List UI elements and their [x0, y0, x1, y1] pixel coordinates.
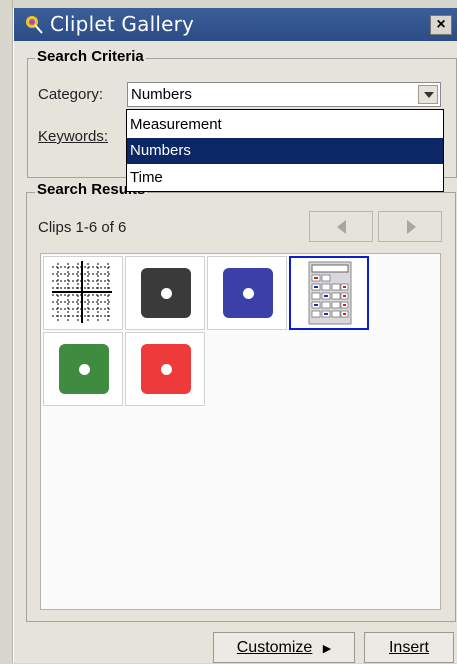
close-button[interactable]: × — [430, 15, 452, 35]
results-panel — [40, 253, 441, 610]
option-numbers[interactable]: Numbers — [127, 138, 443, 164]
right-arrow-icon — [407, 220, 416, 234]
cliplet-tile-grid-chart[interactable] — [43, 256, 123, 330]
insert-button-label: Insert — [388, 639, 429, 656]
previous-page-button[interactable] — [309, 211, 373, 242]
calculator-icon — [308, 261, 352, 325]
cliplet-tile-calculator[interactable] — [289, 256, 369, 330]
category-value: Numbers — [131, 86, 192, 103]
option-measurement[interactable]: Measurement — [127, 112, 443, 138]
green-die-icon — [59, 344, 109, 394]
left-edge-line — [12, 0, 13, 663]
search-criteria-label: Search Criteria — [35, 48, 146, 65]
category-dropdown-list[interactable]: Measurement Numbers Time — [126, 109, 444, 192]
next-page-button[interactable] — [378, 211, 442, 242]
cliplet-tile-black-die[interactable] — [125, 256, 205, 330]
wand-icon — [26, 16, 43, 34]
title-bar: Cliplet Gallery × — [14, 8, 457, 41]
chevron-down-icon[interactable] — [418, 85, 438, 104]
left-arrow-icon — [337, 220, 346, 234]
option-time[interactable]: Time — [127, 165, 443, 191]
cliplet-tile-green-die[interactable] — [43, 332, 123, 406]
red-die-icon — [141, 344, 191, 394]
customize-button[interactable]: Customize ▶ — [213, 632, 355, 663]
keywords-label-text: Keywords: — [38, 128, 109, 145]
category-combobox[interactable]: Numbers — [127, 82, 441, 107]
clips-count: Clips 1-6 of 6 — [38, 219, 127, 236]
blue-die-icon — [223, 268, 273, 318]
keywords-label: Keywords: — [38, 128, 108, 145]
category-label: Category: — [38, 86, 104, 103]
cliplet-tile-red-die[interactable] — [125, 332, 205, 406]
triangle-right-icon: ▶ — [322, 643, 332, 655]
window-title: Cliplet Gallery — [50, 12, 195, 36]
black-die-icon — [141, 268, 191, 318]
cliplet-tile-blue-die[interactable] — [207, 256, 287, 330]
customize-button-label: Customize — [236, 639, 313, 656]
grid-chart-thumbnail — [52, 261, 112, 323]
insert-button[interactable]: Insert — [364, 632, 454, 663]
